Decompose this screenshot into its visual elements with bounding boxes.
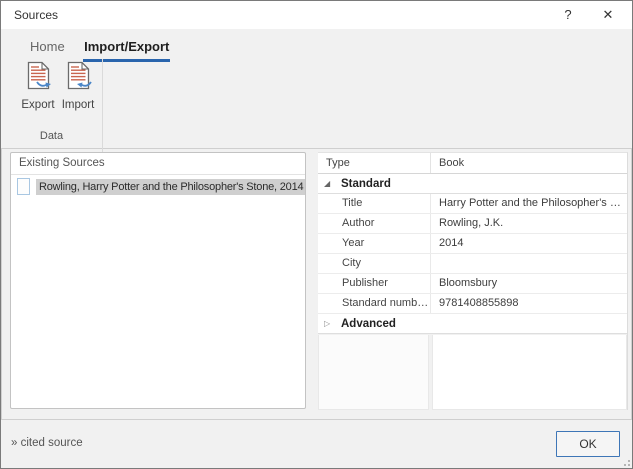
section-standard-label: Standard [341,177,391,190]
property-value: Bloomsbury [439,277,498,289]
import-document-icon [67,61,92,90]
tab-import-export[interactable]: Import/Export [83,37,171,62]
property-grid-empty-area [318,335,627,410]
empty-name-column [318,335,429,410]
property-row-city[interactable]: City [318,254,627,274]
type-header-row: Type Book [318,153,627,174]
property-name: Title [318,194,431,213]
import-label: Import [61,99,95,111]
cited-source-legend: » cited source [11,437,83,449]
export-label: Export [21,99,55,111]
property-name: Publisher [318,274,431,293]
property-row-standard-number[interactable]: Standard numb… 9781408855898 [318,294,627,314]
existing-sources-panel: Existing Sources Rowling, Harry Potter a… [10,152,306,409]
section-standard[interactable]: ◢ Standard [318,174,627,194]
close-button[interactable]: ✕ [592,1,624,29]
title-bar: Sources ? ✕ [1,1,632,29]
property-row-publisher[interactable]: Publisher Bloomsbury [318,274,627,294]
section-advanced-label: Advanced [341,317,396,330]
property-row-year[interactable]: Year 2014 [318,234,627,254]
property-value: 9781408855898 [439,297,519,309]
property-name: Standard numb… [318,294,431,313]
existing-sources-header: Existing Sources [11,153,305,175]
section-advanced[interactable]: ▷ Advanced [318,314,627,334]
property-value: 2014 [439,237,464,249]
property-row-title[interactable]: Title Harry Potter and the Philosopher's… [318,194,627,214]
source-checkbox-icon [17,178,30,195]
property-value: Harry Potter and the Philosopher's … [439,197,621,209]
footer-bar: » cited source OK [1,419,632,468]
tab-home[interactable]: Home [29,37,66,59]
ribbon-group-separator [102,59,103,167]
source-item-label: Rowling, Harry Potter and the Philosophe… [36,178,305,195]
property-name: Year [318,234,431,253]
property-value [431,254,627,273]
import-button[interactable]: Import [58,61,98,111]
help-button[interactable]: ? [552,1,584,29]
ribbon-tabs: Home Import/Export [29,37,183,62]
ribbon-group-label: Data [39,130,64,142]
source-list-item[interactable]: Rowling, Harry Potter and the Philosophe… [11,176,305,197]
resize-grip-icon[interactable] [621,457,630,466]
type-header-label: Type [318,153,431,173]
empty-value-column [432,335,627,410]
property-name: City [318,254,431,273]
sources-dialog: Sources ? ✕ Home Import/Export Export Im… [0,0,633,469]
export-document-icon [27,61,51,90]
ok-button[interactable]: OK [556,431,620,457]
expanded-triangle-icon: ◢ [324,179,331,188]
collapsed-triangle-icon: ▷ [324,319,331,328]
property-name: Author [318,214,431,233]
window-title: Sources [14,8,59,22]
export-button[interactable]: Export [18,61,58,111]
source-properties-grid: Type Book ◢ Standard Title Harry Potter … [318,152,628,410]
type-header-value: Book [439,157,465,169]
property-value: Rowling, J.K. [439,217,504,229]
property-row-author[interactable]: Author Rowling, J.K. [318,214,627,234]
ribbon: Home Import/Export Export Import Data [1,29,632,167]
